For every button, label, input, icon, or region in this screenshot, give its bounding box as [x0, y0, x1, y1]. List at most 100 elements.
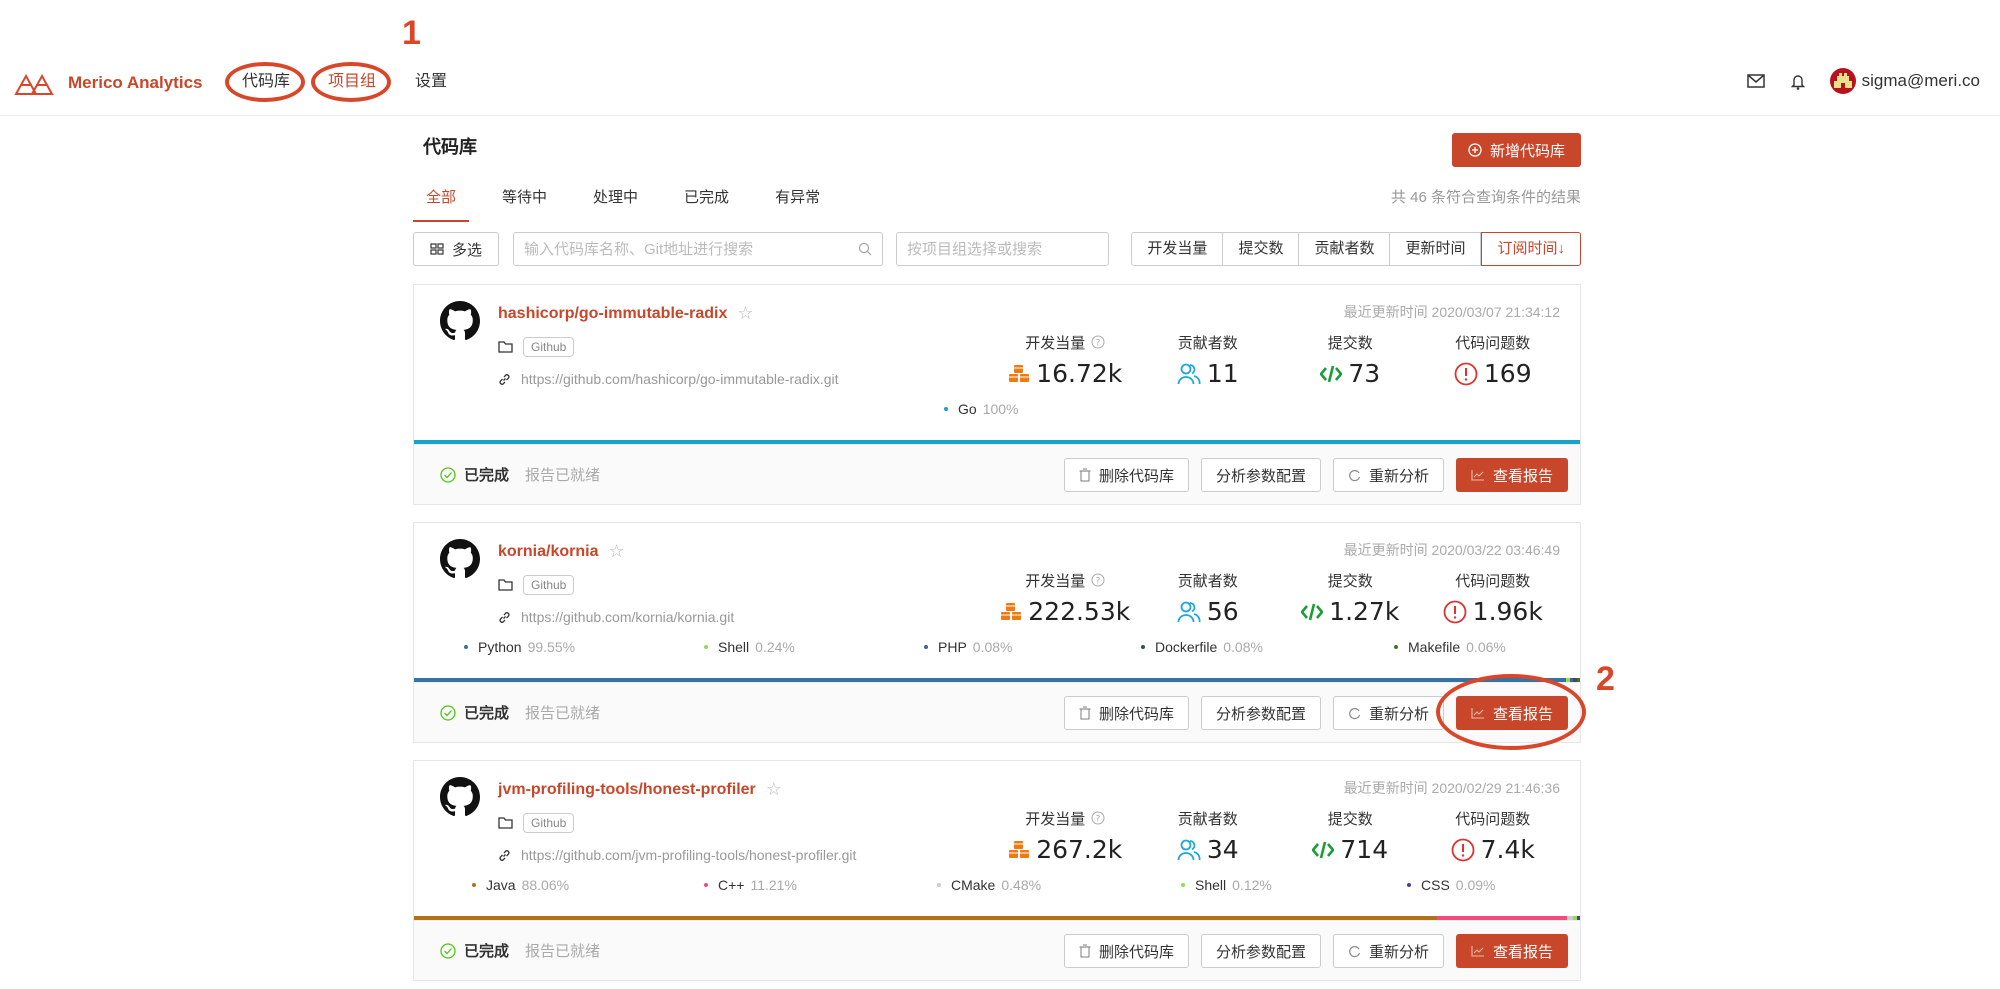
users-icon	[1177, 839, 1201, 860]
language-percent: 0.06%	[1466, 639, 1506, 655]
sort-dev-equivalent[interactable]: 开发当量	[1132, 233, 1224, 265]
tab-error[interactable]: 有异常	[762, 180, 833, 216]
sort-commits[interactable]: 提交数	[1223, 233, 1300, 265]
repository-name-link[interactable]: jvm-profiling-tools/honest-profiler ☆	[498, 779, 782, 800]
sort-contributors[interactable]: 贡献者数	[1299, 233, 1391, 265]
svg-text:?: ?	[1096, 577, 1101, 587]
github-icon	[440, 777, 480, 817]
language-name: CSS	[1421, 877, 1450, 893]
language-percent: 0.08%	[1223, 639, 1263, 655]
repository-url[interactable]: https://github.com/kornia/kornia.git	[498, 609, 734, 625]
language-name: Dockerfile	[1155, 639, 1218, 655]
help-icon[interactable]: ?	[1091, 573, 1105, 587]
reanalyze-button[interactable]: 重新分析	[1332, 458, 1444, 492]
repository-card: hashicorp/go-immutable-radix ☆ Github ht…	[413, 284, 1581, 505]
tab-processing[interactable]: 处理中	[580, 180, 651, 216]
language-name: Java	[486, 877, 516, 893]
repository-card: kornia/kornia ☆ Github https://github.co…	[413, 522, 1581, 743]
language-list: Python 99.55% Shell 0.24% PHP 0.08% Dock…	[414, 639, 1580, 659]
github-icon	[440, 301, 480, 341]
reanalyze-button[interactable]: 重新分析	[1332, 934, 1444, 968]
top-navbar: Merico Analytics 代码库 项目组 设置 1 sigma@meri…	[0, 0, 2000, 116]
reanalyze-button[interactable]: 重新分析	[1332, 696, 1444, 730]
repo-search-input[interactable]	[524, 240, 858, 258]
star-icon[interactable]: ☆	[766, 779, 782, 800]
metric-contributors: 贡献者数 34	[1177, 810, 1239, 864]
star-icon[interactable]: ☆	[608, 541, 624, 562]
help-icon[interactable]: ?	[1091, 335, 1105, 349]
language-name: CMake	[951, 877, 996, 893]
delete-repository-button[interactable]: 删除代码库	[1063, 696, 1189, 730]
app-name: Merico Analytics	[68, 73, 203, 92]
folder-icon	[498, 817, 513, 829]
alert-circle-icon	[1443, 600, 1467, 623]
refresh-icon	[1349, 945, 1361, 957]
metric-code-issues: 代码问题数 7.4k	[1422, 807, 1565, 864]
star-icon[interactable]: ☆	[737, 303, 753, 324]
language-item: Dockerfile 0.08%	[1141, 639, 1263, 655]
page-title: 代码库	[423, 137, 477, 157]
view-report-button[interactable]: 查看报告	[1455, 934, 1568, 968]
language-percent: 0.48%	[1001, 877, 1042, 893]
metric-code-issues: 代码问题数 169	[1454, 334, 1532, 388]
nav-item-settings[interactable]: 设置	[415, 70, 447, 94]
analysis-config-button[interactable]: 分析参数配置	[1200, 696, 1321, 730]
metric-commits: 提交数 714	[1279, 807, 1422, 864]
metric-code-issues: 代码问题数 1.96k	[1422, 569, 1565, 626]
user-menu[interactable]: sigma@meri.co	[1829, 68, 1980, 94]
metric-commits: 提交数 73	[1279, 331, 1422, 388]
metric-contributors: 贡献者数 11	[1177, 334, 1239, 388]
multi-select-button[interactable]: 多选	[413, 232, 499, 266]
metric-dev-equivalent: 开发当量 ? 222.53k	[994, 569, 1137, 626]
metric-contributors: 贡献者数 56	[1177, 572, 1239, 626]
grid-icon	[430, 243, 444, 255]
language-name: Shell	[718, 639, 750, 655]
card-footer: 已完成 报告已就绪 删除代码库 分析参数配置 重新分析 查看报告	[414, 920, 1580, 980]
repository-name-link[interactable]: kornia/kornia ☆	[498, 541, 625, 562]
project-group-input[interactable]	[907, 240, 1106, 258]
nav-item-repositories[interactable]: 代码库	[242, 70, 290, 94]
alert-circle-icon	[1454, 362, 1478, 385]
status-subtext: 报告已就绪	[525, 467, 601, 484]
view-report-button[interactable]: 查看报告	[1455, 458, 1568, 492]
tab-waiting[interactable]: 等待中	[489, 180, 560, 216]
tab-completed[interactable]: 已完成	[671, 180, 742, 216]
repository-url[interactable]: https://github.com/jvm-profiling-tools/h…	[498, 847, 856, 863]
card-footer: 已完成 报告已就绪 删除代码库 分析参数配置 重新分析 查看报告	[414, 682, 1580, 742]
metric-commits: 提交数 1.27k	[1279, 569, 1422, 626]
status-tabs: 全部 等待中 处理中 已完成 有异常	[413, 180, 853, 222]
language-percent: 0.24%	[755, 639, 795, 655]
plus-circle-icon	[1468, 143, 1482, 157]
check-circle-icon	[440, 466, 456, 483]
language-item: Python 99.55%	[464, 639, 575, 655]
app-logo[interactable]: Merico Analytics	[14, 70, 202, 96]
delete-repository-button[interactable]: 删除代码库	[1063, 458, 1189, 492]
language-dot	[704, 883, 708, 887]
last-updated: 最近更新时间 2020/03/22 03:46:49	[1343, 542, 1560, 558]
analysis-config-button[interactable]: 分析参数配置	[1200, 934, 1321, 968]
bell-icon[interactable]	[1788, 71, 1808, 91]
language-list: Java 88.06% C++ 11.21% CMake 0.48% Shell…	[414, 877, 1580, 897]
link-icon	[499, 373, 510, 385]
add-repository-button[interactable]: 新增代码库	[1451, 133, 1581, 167]
metric-dev-equivalent: 开发当量 ? 267.2k	[994, 807, 1137, 864]
repository-name-link[interactable]: hashicorp/go-immutable-radix ☆	[498, 303, 754, 324]
repository-url[interactable]: https://github.com/hashicorp/go-immutabl…	[498, 371, 838, 387]
avatar	[1829, 68, 1856, 94]
view-report-button[interactable]: 查看报告	[1455, 696, 1568, 730]
alert-circle-icon	[1451, 838, 1475, 861]
folder-icon	[498, 341, 513, 353]
status-badge: 已完成 报告已就绪	[440, 702, 600, 723]
language-list: Go 100%	[414, 401, 1580, 421]
analysis-config-button[interactable]: 分析参数配置	[1200, 458, 1321, 492]
sort-update-time[interactable]: 更新时间	[1390, 233, 1482, 265]
tab-all[interactable]: 全部	[413, 180, 470, 222]
code-icon	[1312, 841, 1335, 858]
delete-repository-button[interactable]: 删除代码库	[1063, 934, 1189, 968]
mail-icon[interactable]	[1746, 71, 1766, 91]
sort-subscribe-time[interactable]: 订阅时间↓	[1481, 232, 1581, 266]
line-chart-icon	[1471, 946, 1484, 957]
search-icon[interactable]	[858, 242, 872, 256]
help-icon[interactable]: ?	[1091, 811, 1105, 825]
nav-item-project-groups[interactable]: 项目组	[328, 70, 376, 94]
